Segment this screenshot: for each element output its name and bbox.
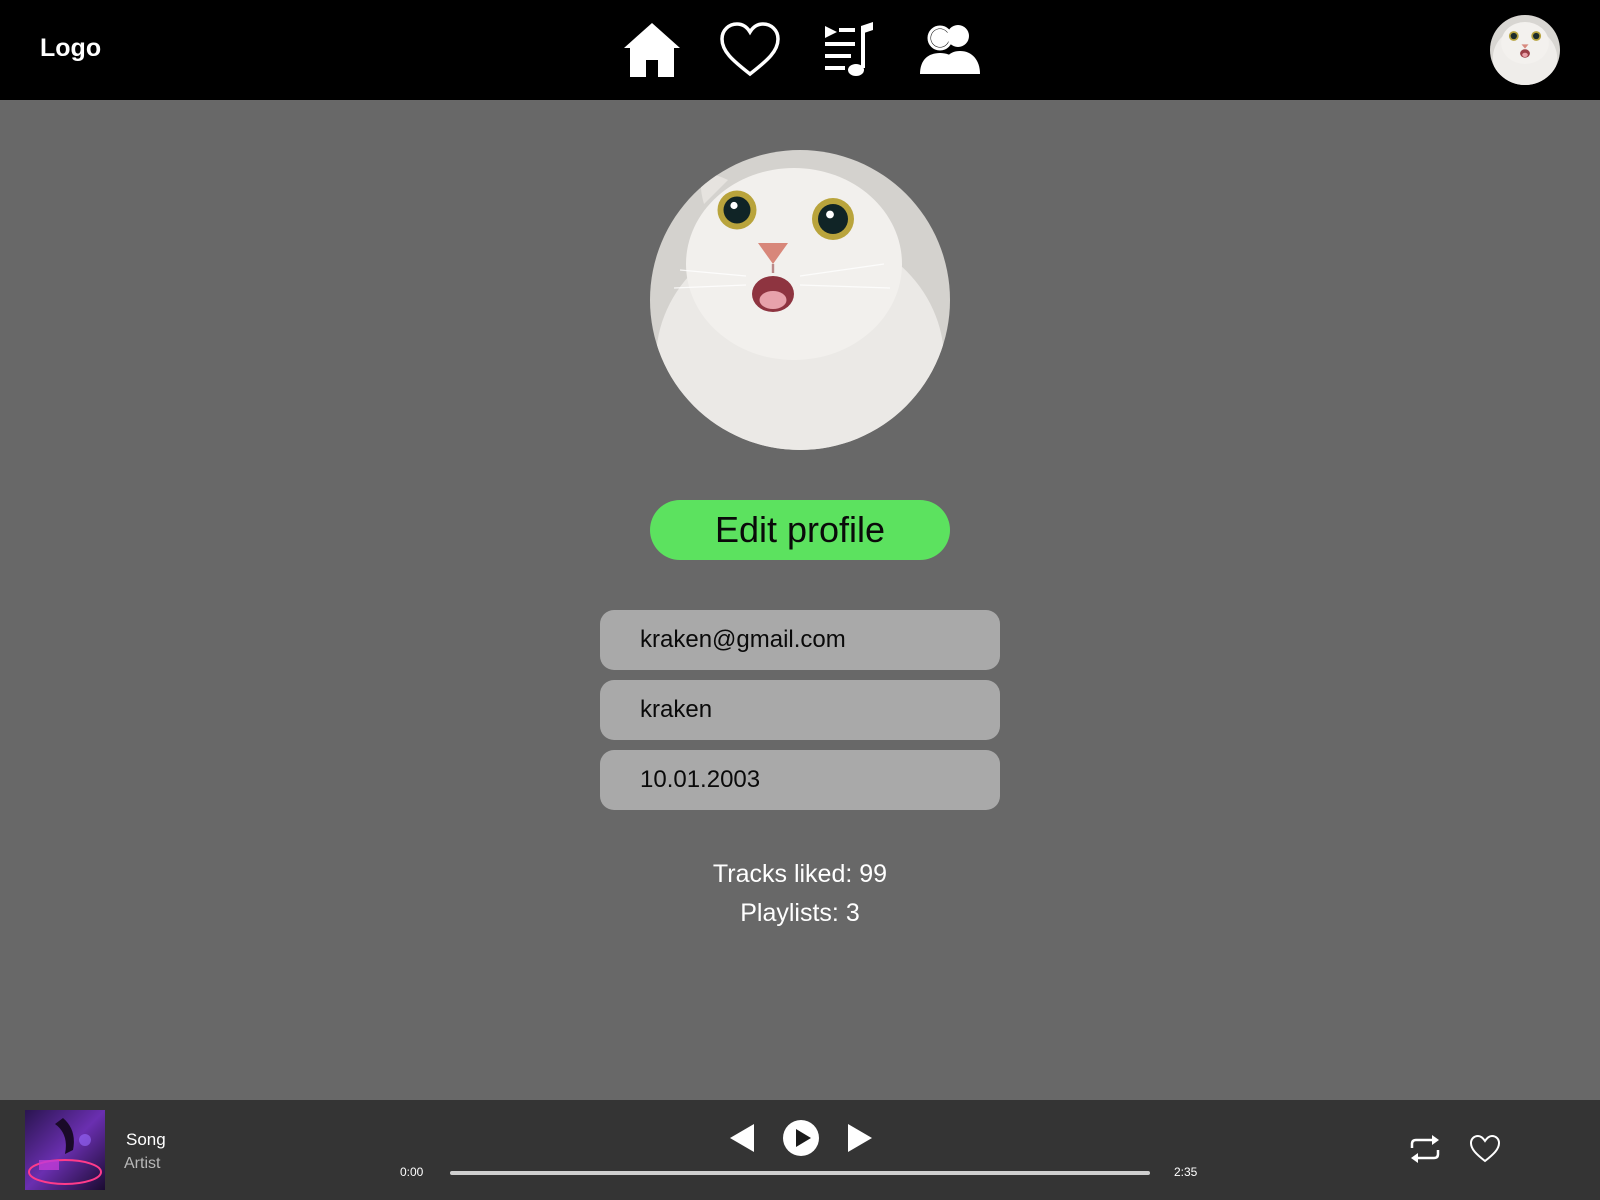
like-heart-icon[interactable] [1469, 1134, 1501, 1164]
time-total: 2:35 [1174, 1165, 1198, 1179]
prev-icon[interactable] [728, 1122, 756, 1154]
friends-icon[interactable] [918, 20, 982, 80]
heart-icon[interactable] [718, 20, 782, 80]
album-cover[interactable] [25, 1110, 105, 1190]
song-artist[interactable]: Artist [124, 1155, 160, 1173]
logo[interactable]: Logo [40, 34, 101, 63]
next-icon[interactable] [846, 1122, 874, 1154]
edit-profile-button[interactable]: Edit profile [650, 500, 950, 560]
tracks-liked-count: Tracks liked: 99 [712, 860, 888, 888]
top-nav-bar: Logo [0, 0, 1600, 100]
playlist-icon[interactable] [817, 20, 881, 80]
birthdate-field[interactable]: 10.01.2003 [600, 750, 1000, 810]
username-field[interactable]: kraken [600, 680, 1000, 740]
playlists-count: Playlists: 3 [740, 899, 860, 927]
cat-avatar-icon [1490, 15, 1560, 85]
play-icon[interactable] [782, 1119, 820, 1157]
cat-avatar-icon [650, 150, 950, 450]
time-current: 0:00 [400, 1165, 424, 1179]
profile-avatar [650, 150, 950, 450]
repeat-icon[interactable] [1408, 1134, 1442, 1164]
home-icon[interactable] [620, 20, 684, 80]
progress-bar[interactable] [450, 1171, 1150, 1175]
song-title[interactable]: Song [126, 1130, 166, 1150]
music-player-bar: Song Artist 0:00 2:35 [0, 1100, 1600, 1200]
user-avatar[interactable] [1490, 15, 1560, 85]
email-field[interactable]: kraken@gmail.com [600, 610, 1000, 670]
